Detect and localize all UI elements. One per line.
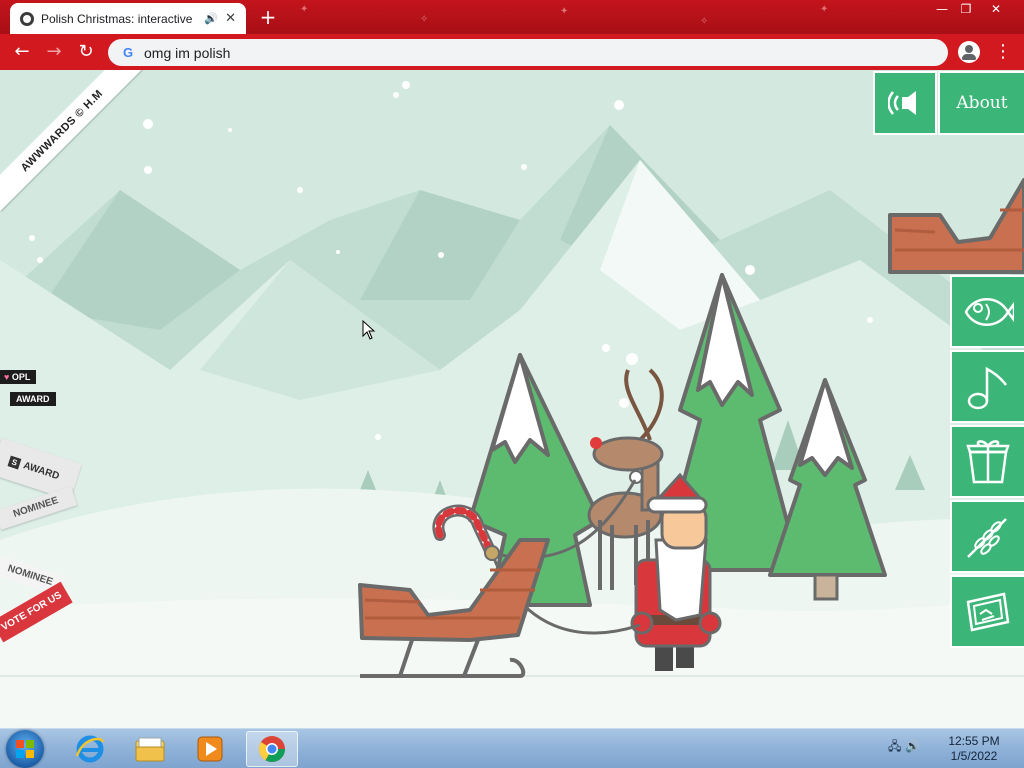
css-logo-icon: S	[7, 455, 22, 469]
menu-ticket-button[interactable]	[950, 575, 1024, 648]
christmas-scene[interactable]	[0, 70, 1024, 728]
taskbar-clock[interactable]: 12:55 PM 1/5/2022	[940, 734, 1008, 764]
browser-tab-active[interactable]: Polish Christmas: interactive 🔊 ✕	[10, 3, 246, 34]
decor-sparkle: ✦	[820, 4, 829, 15]
sound-on-icon	[888, 91, 916, 115]
tab-strip: ✦ ✧ ✦ ✧ ✦ Polish Christmas: interactive …	[0, 0, 1024, 34]
about-button[interactable]: About	[938, 71, 1024, 135]
file-explorer-icon[interactable]	[124, 731, 176, 767]
google-icon: G	[122, 44, 134, 60]
forward-button[interactable]: →	[40, 38, 68, 66]
volume-icon[interactable]: 🔊	[905, 739, 920, 753]
tab-close-button[interactable]: ✕	[225, 11, 236, 26]
decor-sparkle: ✦	[560, 6, 569, 17]
internet-explorer-icon[interactable]	[64, 731, 116, 767]
site-favicon-icon	[20, 11, 34, 26]
speaker-icon[interactable]: 🔊	[204, 12, 218, 25]
browser-toolbar: ← → ↻ G omg im polish ⋮	[0, 34, 1024, 70]
profile-avatar-icon[interactable]	[958, 41, 980, 63]
menu-music-button[interactable]	[950, 350, 1024, 423]
browser-menu-button[interactable]: ⋮	[994, 40, 1012, 64]
media-player-icon[interactable]	[184, 731, 236, 767]
ticket-icon	[966, 591, 1010, 632]
address-bar[interactable]: G omg im polish	[108, 39, 948, 66]
side-menu	[950, 275, 1024, 650]
windows-logo-icon	[16, 740, 34, 758]
system-tray: 🖧 🔊	[888, 737, 920, 758]
chrome-icon[interactable]	[246, 731, 298, 767]
fish-icon	[964, 297, 1014, 326]
window-close-button[interactable]: ✕	[982, 0, 1010, 20]
windows-taskbar: 🖧 🔊 12:55 PM 1/5/2022	[0, 728, 1024, 768]
web-page: AWWWARDS © H.M ♥ OPL AWARD S AWARD NOMIN…	[0, 70, 1024, 728]
clock-date: 1/5/2022	[950, 749, 998, 763]
clock-time: 12:55 PM	[948, 734, 1000, 748]
heart-icon: ♥	[4, 372, 10, 382]
opl-award-label[interactable]: AWARD	[10, 392, 56, 406]
decor-sparkle: ✦	[300, 4, 309, 15]
address-bar-text[interactable]: omg im polish	[144, 45, 230, 61]
new-tab-button[interactable]: +	[256, 5, 280, 29]
menu-wheat-button[interactable]	[950, 500, 1024, 573]
reload-button[interactable]: ↻	[72, 38, 100, 66]
wheat-icon	[967, 517, 1007, 558]
decor-sparkle: ✧	[700, 16, 709, 27]
music-note-icon	[967, 366, 1007, 409]
network-icon[interactable]: 🖧	[888, 739, 901, 753]
mouse-cursor-icon	[362, 320, 376, 340]
opl-award-badge[interactable]: ♥ OPL	[0, 370, 37, 384]
restore-button[interactable]: ❐	[952, 0, 980, 20]
start-button[interactable]	[6, 730, 44, 768]
tab-title: Polish Christmas: interactive	[41, 11, 193, 26]
decor-sparkle: ✧	[420, 14, 429, 25]
gift-icon	[966, 439, 1010, 483]
back-button[interactable]: ←	[8, 38, 36, 66]
sound-toggle-button[interactable]	[873, 71, 937, 135]
menu-fish-button[interactable]	[950, 275, 1024, 348]
menu-gift-button[interactable]	[950, 425, 1024, 498]
